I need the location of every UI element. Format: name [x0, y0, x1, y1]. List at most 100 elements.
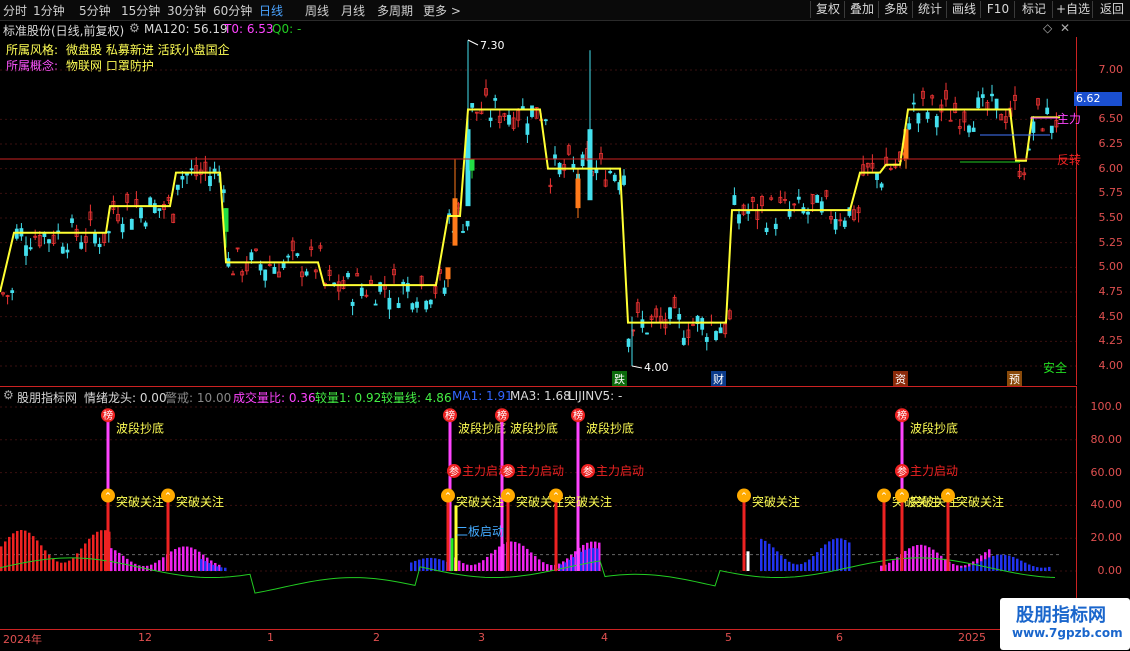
indicator-bar	[438, 559, 441, 571]
tupo-badge-text: ⌃	[898, 492, 906, 503]
indicator-bar	[764, 540, 767, 571]
price-tick: 5.50	[1098, 211, 1124, 224]
indicator-bar	[76, 553, 79, 571]
candle-body	[907, 123, 912, 130]
indicator-bar	[768, 543, 771, 571]
indicator-bar	[530, 552, 533, 571]
candle-body	[97, 243, 102, 248]
signal-label: 波段抄底	[458, 420, 506, 435]
tool-button-7[interactable]: +自选	[1052, 1, 1093, 18]
period-tab-0[interactable]: 分时	[3, 2, 27, 19]
tupo-badge-text: ⌃	[104, 492, 112, 503]
tool-button-1[interactable]: 叠加	[844, 1, 879, 18]
tool-button-3[interactable]: 统计	[912, 1, 947, 18]
candle-body	[272, 267, 277, 274]
tool-button-2[interactable]: 多股	[878, 1, 913, 18]
indicator-bar	[130, 561, 133, 571]
period-tab-9[interactable]: 多周期	[377, 2, 413, 19]
event-badge[interactable]: 资	[893, 371, 908, 387]
tool-button-5[interactable]: F10	[980, 1, 1015, 18]
indicator-bar	[956, 565, 959, 571]
indicator-bar	[498, 546, 501, 571]
indicator-bar	[1048, 566, 1051, 571]
high-pointer	[467, 39, 479, 46]
indicator-bar	[510, 541, 513, 571]
period-tab-2[interactable]: 5分钟	[79, 2, 111, 19]
indicator-bar	[944, 558, 947, 571]
price-chart[interactable]	[0, 37, 1076, 385]
candle-body	[718, 327, 723, 334]
event-badge[interactable]: 财	[711, 371, 726, 387]
indicator-bar	[1032, 566, 1035, 571]
period-tab-1[interactable]: 1分钟	[33, 2, 65, 19]
candle-body	[281, 262, 286, 269]
candle-body	[461, 231, 465, 233]
indicator-bar	[24, 530, 27, 571]
period-tab-6[interactable]: 日线	[259, 2, 283, 19]
indicator-bar	[16, 530, 19, 571]
indicator-bar	[200, 559, 203, 571]
diamond-icon[interactable]: ◇	[1043, 21, 1052, 35]
event-badge[interactable]: 跌	[612, 371, 627, 387]
indicator-bar	[212, 564, 215, 571]
bang-badge-text: 榜	[497, 409, 507, 422]
candle-body	[525, 123, 530, 135]
settings-icon[interactable]: ⚙	[3, 388, 14, 402]
indicator-bar	[560, 564, 563, 571]
date-label: 2	[373, 631, 380, 644]
ma3-value: MA3: 1.68	[510, 389, 571, 403]
indicator-bar	[1008, 555, 1011, 571]
tool-button-6[interactable]: 标记	[1014, 1, 1053, 18]
indicator-bar	[490, 553, 493, 571]
tupo-badge-text: ⌃	[504, 492, 512, 503]
indicator-tick: 60.00	[1090, 465, 1123, 479]
candle-body	[129, 218, 134, 230]
event-badge[interactable]: 预	[1007, 371, 1022, 387]
candle-body	[911, 102, 916, 105]
tool-button-4[interactable]: 画线	[946, 1, 981, 18]
indicator-bar	[988, 557, 991, 571]
candle-body	[833, 219, 838, 230]
candle-body	[580, 154, 585, 167]
indicator-bar	[522, 545, 525, 571]
period-tab-10[interactable]: 更多 >	[423, 2, 461, 19]
indicator-bar	[462, 563, 465, 571]
tool-button-0[interactable]: 复权	[810, 1, 845, 18]
period-tab-5[interactable]: 60分钟	[213, 2, 252, 19]
indicator-bar	[190, 547, 193, 571]
indicator-bar	[60, 562, 63, 571]
close-icon[interactable]: ✕	[1060, 21, 1070, 35]
price-tick: 6.25	[1098, 137, 1124, 150]
candle-body	[1045, 107, 1050, 115]
watermark-title: 股朋指标网	[1016, 605, 1106, 626]
indicator-bar	[68, 560, 71, 571]
tool-button-8[interactable]: 返回	[1092, 1, 1130, 18]
date-label: 12	[138, 631, 152, 644]
indicator-bar	[28, 532, 31, 571]
indicator-bar	[848, 542, 851, 571]
indicator-chart[interactable]: 榜波段抄底榜波段抄底榜波段抄底榜波段抄底榜波段抄底参 主力启动参 主力启动参主力启动…	[0, 403, 1076, 629]
period-tab-3[interactable]: 15分钟	[121, 2, 160, 19]
candle-body	[304, 271, 309, 276]
indicator-bar	[182, 546, 185, 571]
price-tick: 4.75	[1098, 285, 1124, 298]
candle-body	[180, 176, 185, 180]
settings-icon[interactable]: ⚙	[129, 21, 140, 35]
candle-body	[879, 183, 884, 188]
signal-label: 主力启动	[596, 464, 644, 478]
candle-body	[925, 112, 930, 119]
candle-body	[442, 287, 447, 294]
candle-body	[396, 303, 401, 308]
indicator-bar	[96, 531, 99, 571]
main-force-label: 主力	[1057, 112, 1082, 126]
indicator-bar	[964, 567, 967, 571]
indicator-bar	[816, 552, 819, 571]
candle-body	[470, 103, 475, 108]
period-tab-7[interactable]: 周线	[305, 2, 329, 19]
indicator-bar	[414, 560, 417, 571]
candle-body	[387, 297, 392, 310]
period-tab-8[interactable]: 月线	[341, 2, 365, 19]
signal-label: 突破关注	[176, 494, 224, 509]
period-tab-4[interactable]: 30分钟	[167, 2, 206, 19]
indicator-bar	[518, 543, 521, 571]
